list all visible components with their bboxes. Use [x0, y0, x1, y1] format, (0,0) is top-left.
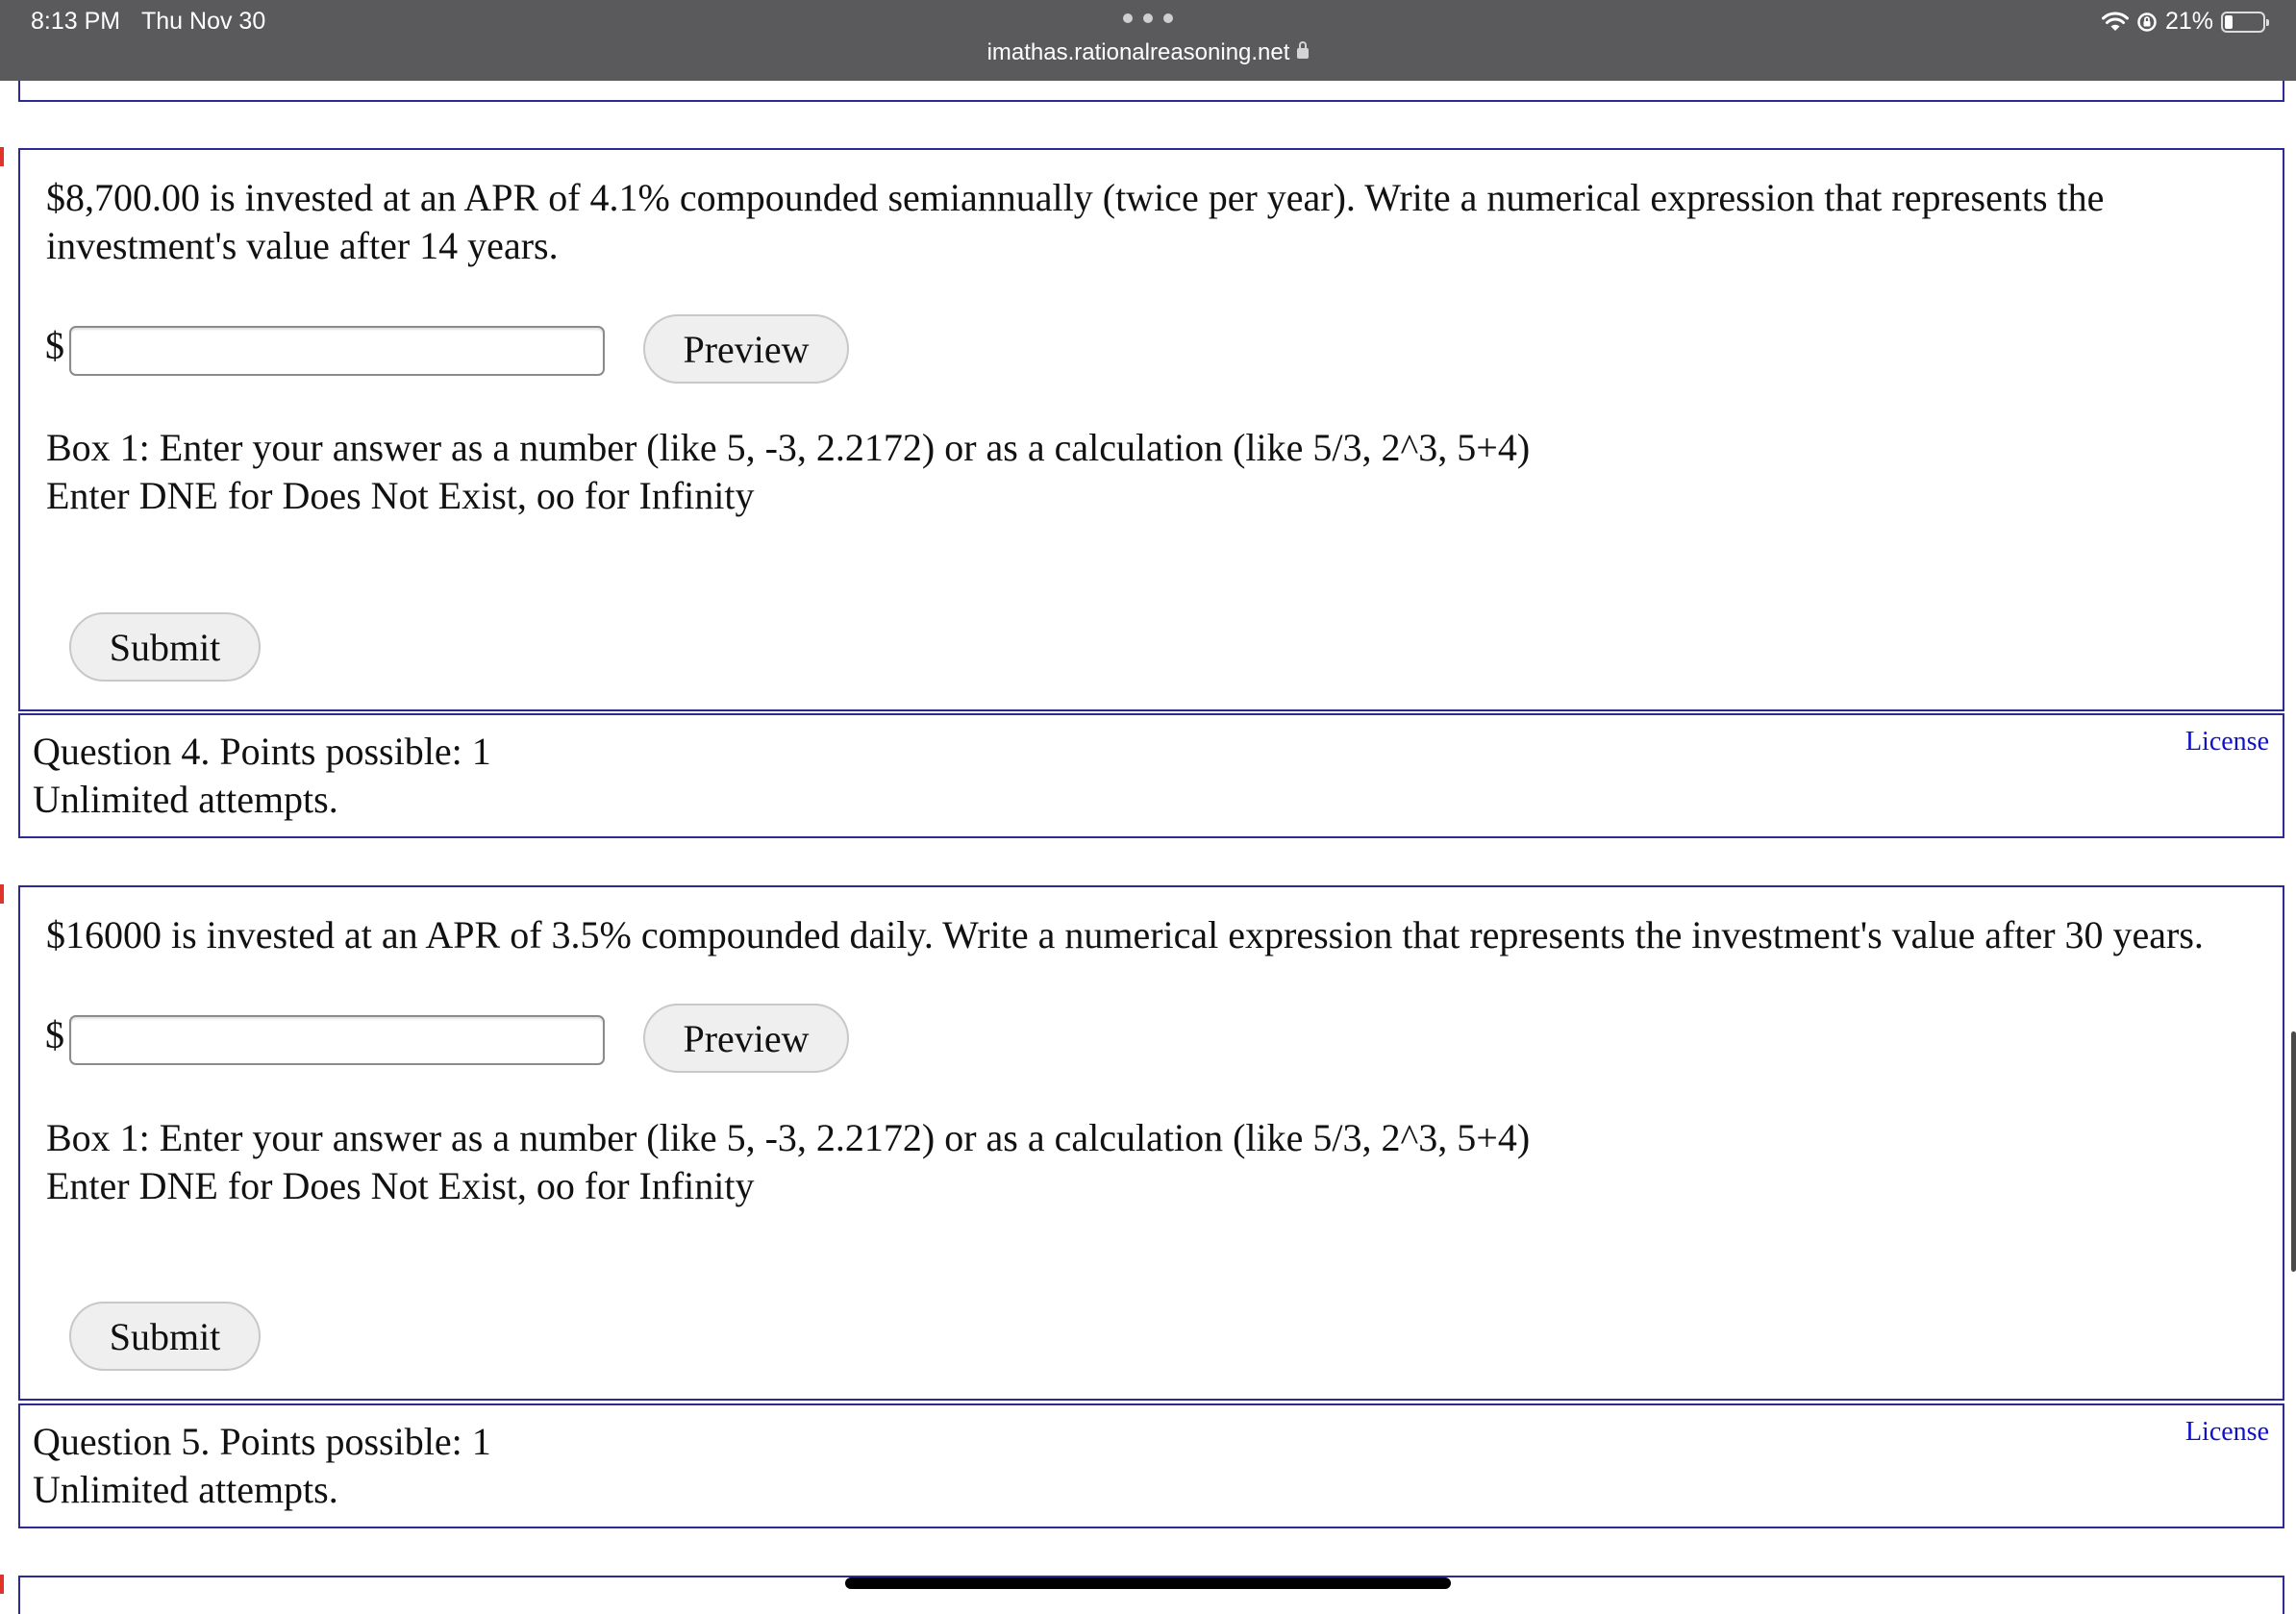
question-marker	[0, 1575, 4, 1594]
question-box: $16000 is invested at an APR of 3.5% com…	[18, 885, 2284, 1401]
submit-button[interactable]: Submit	[69, 1302, 261, 1371]
lock-icon	[1297, 41, 1310, 59]
license-link[interactable]: License	[2185, 1417, 2269, 1448]
preview-button[interactable]: Preview	[643, 1004, 849, 1073]
currency-label: $	[45, 1013, 64, 1056]
status-date: Thu Nov 30	[141, 8, 266, 35]
question-marker	[0, 147, 4, 166]
question-box: $8,700.00 is invested at an APR of 4.1% …	[18, 148, 2284, 711]
question-marker	[0, 884, 4, 904]
hint-line: Enter DNE for Does Not Exist, oo for Inf…	[46, 1164, 755, 1207]
page-content: $8,700.00 is invested at an APR of 4.1% …	[0, 0, 2296, 1614]
preview-button[interactable]: Preview	[643, 314, 849, 384]
battery-percent: 21%	[2164, 8, 2213, 35]
more-dots-icon[interactable]	[1123, 13, 1173, 25]
battery-icon	[2221, 11, 2269, 33]
submit-button[interactable]: Submit	[69, 612, 261, 682]
license-link[interactable]: License	[2185, 727, 2269, 757]
url-text: imathas.rationalreasoning.net	[986, 39, 1290, 65]
question-info-box: Question 5. Points possible: 1 Unlimited…	[18, 1403, 2284, 1528]
home-indicator[interactable]	[845, 1577, 1451, 1589]
attempts-label: Unlimited attempts.	[33, 778, 338, 821]
hint-line: Enter DNE for Does Not Exist, oo for Inf…	[46, 474, 755, 517]
question-text: $8,700.00 is invested at an APR of 4.1% …	[46, 176, 2105, 267]
scroll-indicator[interactable]	[2291, 1031, 2296, 1272]
hint-line: Box 1: Enter your answer as a number (li…	[46, 1116, 1531, 1159]
browser-status-bar: 8:13 PM Thu Nov 30 imathas.rationalreaso…	[0, 0, 2296, 81]
currency-label: $	[45, 324, 64, 367]
question-points: Question 5. Points possible: 1	[33, 1420, 491, 1463]
answer-hint: Box 1: Enter your answer as a number (li…	[46, 1114, 2238, 1210]
answer-input[interactable]	[69, 1015, 605, 1065]
status-time: 8:13 PM	[31, 8, 121, 35]
orientation-lock-icon	[2137, 12, 2157, 32]
question-text: $16000 is invested at an APR of 3.5% com…	[46, 913, 2204, 956]
hint-line: Box 1: Enter your answer as a number (li…	[46, 426, 1531, 469]
wifi-icon	[2101, 11, 2129, 31]
status-indicators: 21%	[2094, 8, 2269, 36]
answer-hint: Box 1: Enter your answer as a number (li…	[46, 424, 2238, 520]
question-info-box: Question 4. Points possible: 1 Unlimited…	[18, 713, 2284, 838]
question-points: Question 4. Points possible: 1	[33, 730, 491, 773]
attempts-label: Unlimited attempts.	[33, 1468, 338, 1511]
answer-input[interactable]	[69, 326, 605, 376]
address-bar[interactable]: imathas.rationalreasoning.net	[0, 39, 2296, 66]
